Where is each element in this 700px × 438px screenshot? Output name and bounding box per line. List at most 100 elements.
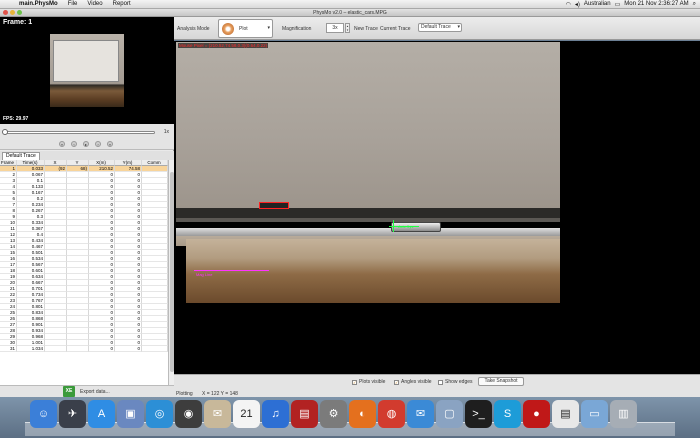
table-cell[interactable]: [45, 346, 67, 352]
angles-visible-label: Angles visible: [401, 379, 432, 385]
chevron-down-icon: ▾: [457, 24, 460, 30]
video-canvas[interactable]: Axis Sys Mag Line Mouse Pixel = (210.52,…: [174, 41, 700, 374]
window-titlebar: PhysMo v2.0 – elastic_cars.MPG: [0, 9, 700, 17]
table-cell[interactable]: 0: [115, 346, 142, 352]
virtualbox-icon[interactable]: ▢: [436, 400, 463, 428]
preview-icon[interactable]: ▣: [117, 400, 144, 428]
export-icon[interactable]: XE: [63, 386, 75, 397]
terminal-icon[interactable]: >_: [465, 400, 492, 428]
current-trace-select[interactable]: Default Trace ▾: [418, 23, 462, 32]
safari-icon[interactable]: ◎: [146, 400, 173, 428]
launchpad-icon[interactable]: ✈: [59, 400, 86, 428]
dock-icons: ☺ ✈ A ▣ ◎ ◉ ✉ 21 ♫ ▤ ⚙ ◐ ◍ ✉ ▢ >_ S ● ▤ ▭ ▥: [30, 400, 637, 428]
clock[interactable]: Mon 21 Nov 2:36:27 AM: [624, 1, 688, 7]
menu-app[interactable]: main.PhysMo: [14, 1, 63, 7]
transport-buttons: « ‹ ▸ › »: [59, 141, 113, 147]
last-frame-icon[interactable]: »: [107, 141, 113, 147]
checkmark-icon: ✓: [394, 379, 399, 385]
table-cell[interactable]: 31: [0, 346, 17, 352]
bottom-bar: ✓ Plots visible ✓ Angles visible Show edge…: [174, 374, 700, 397]
show-edges-checkbox[interactable]: Show edges: [438, 379, 473, 385]
window-title: PhysMo v2.0 – elastic_cars.MPG: [313, 10, 387, 16]
menu-file[interactable]: File: [63, 1, 83, 7]
menubar: main.PhysMo File Video Report ◠ ◂) Austr…: [0, 0, 700, 9]
analysis-mode-label: Analysis Mode: [177, 26, 210, 32]
play-icon[interactable]: ▸: [83, 141, 89, 147]
trash-icon[interactable]: ▥: [610, 400, 637, 428]
checkmark-icon: ✓: [352, 379, 357, 385]
language-menu[interactable]: Australian: [584, 1, 611, 7]
close-icon[interactable]: [3, 10, 8, 15]
volume-icon[interactable]: ◂): [575, 1, 580, 8]
take-snapshot-button[interactable]: Take Snapshot: [478, 377, 524, 386]
plot-mode-icon: [222, 23, 234, 35]
axis-y-line[interactable]: [393, 220, 394, 232]
unchecked-box-icon: [438, 379, 443, 385]
prev-frame-icon[interactable]: ‹: [71, 141, 77, 147]
table-row[interactable]: 31 1.034 0 0: [0, 346, 168, 352]
export-button[interactable]: Export data...: [80, 389, 110, 395]
wall-background: [176, 42, 560, 208]
photo-booth-icon[interactable]: ◉: [175, 400, 202, 428]
current-trace-value: Default Trace: [421, 24, 451, 30]
menu-report[interactable]: Report: [108, 1, 136, 7]
skype-icon[interactable]: S: [494, 400, 521, 428]
export-area: XE Export data...: [0, 385, 174, 397]
board-edge: [176, 208, 560, 218]
air-track: [176, 228, 560, 236]
finder-folder-icon[interactable]: ▭: [581, 400, 608, 428]
whiteboard-image: [53, 40, 119, 82]
magnification-stepper[interactable]: ▴ ▾: [345, 23, 350, 33]
finder-icon[interactable]: ☺: [30, 400, 57, 428]
plots-visible-checkbox[interactable]: ✓ Plots visible: [352, 379, 385, 385]
magnification-line-label: Mag Line: [196, 272, 213, 277]
frame-slider[interactable]: [3, 131, 155, 134]
angles-visible-checkbox[interactable]: ✓ Angles visible: [394, 379, 432, 385]
analysis-mode-value: Plot: [239, 26, 248, 32]
chrome-icon[interactable]: ◍: [378, 400, 405, 428]
app-store-icon[interactable]: A: [88, 400, 115, 428]
chevron-down-icon: ▾: [267, 25, 270, 31]
spotlight-icon[interactable]: ⌕: [693, 1, 696, 8]
playback-controls: 1x « ‹ ▸ › »: [0, 124, 174, 150]
wifi-icon[interactable]: ◠: [566, 1, 571, 8]
menu-video[interactable]: Video: [82, 1, 107, 7]
photo-icon[interactable]: ▤: [291, 400, 318, 428]
analysis-toolbar: Analysis Mode Plot ▾ Magnification 3x ▴ ▾…: [174, 17, 700, 40]
plots-visible-label: Plots visible: [359, 379, 386, 385]
table-cell[interactable]: 0: [89, 346, 115, 352]
tab-default-trace[interactable]: Default Trace: [2, 152, 40, 160]
frame-slider-knob[interactable]: [2, 129, 8, 135]
fps-label: FPS: 29.97: [3, 116, 29, 122]
traced-object: [259, 202, 289, 209]
video-thumbnail: [50, 34, 124, 107]
playback-speed[interactable]: 1x: [164, 129, 169, 135]
analysis-mode-select[interactable]: Plot ▾: [218, 19, 273, 38]
magnification-label: Magnification: [282, 26, 312, 32]
new-trace-button[interactable]: New Trace: [354, 26, 378, 32]
status-area: ◠ ◂) Australian ▭ Mon 21 Nov 2:36:27 AM …: [566, 1, 700, 8]
bench: [186, 239, 560, 303]
first-frame-icon[interactable]: «: [59, 141, 65, 147]
itunes-icon[interactable]: ♫: [262, 400, 289, 428]
mail-icon[interactable]: ✉: [204, 400, 231, 428]
magnification-line[interactable]: [194, 270, 269, 271]
next-frame-icon[interactable]: ›: [95, 141, 101, 147]
video-frame[interactable]: Axis Sys Mag Line Mouse Pixel = (210.52,…: [176, 42, 560, 303]
apple-icon[interactable]: ●: [523, 400, 550, 428]
table-cell[interactable]: [67, 346, 89, 352]
mail2-icon[interactable]: ✉: [407, 400, 434, 428]
minimize-icon[interactable]: [10, 10, 15, 15]
magnification-field[interactable]: 3x: [326, 23, 344, 33]
firefox-icon[interactable]: ◐: [349, 400, 376, 428]
dock: ☺ ✈ A ▣ ◎ ◉ ✉ 21 ♫ ▤ ⚙ ◐ ◍ ✉ ▢ >_ S ● ▤ ▭ ▥: [0, 397, 700, 438]
system-preferences-icon[interactable]: ⚙: [320, 400, 347, 428]
documents-icon[interactable]: ▤: [552, 400, 579, 428]
table-cell[interactable]: 1.034: [17, 346, 45, 352]
calendar-icon[interactable]: 21: [233, 400, 260, 428]
table-cell[interactable]: [142, 346, 168, 352]
current-trace-label: Current Trace: [380, 26, 411, 32]
zoom-icon[interactable]: [17, 10, 22, 15]
battery-icon[interactable]: ▭: [615, 1, 621, 8]
data-table[interactable]: Frame Time(s) X Y X(m) Y(m) Comm 1 0.033 (92 68) 21…: [0, 160, 168, 385]
